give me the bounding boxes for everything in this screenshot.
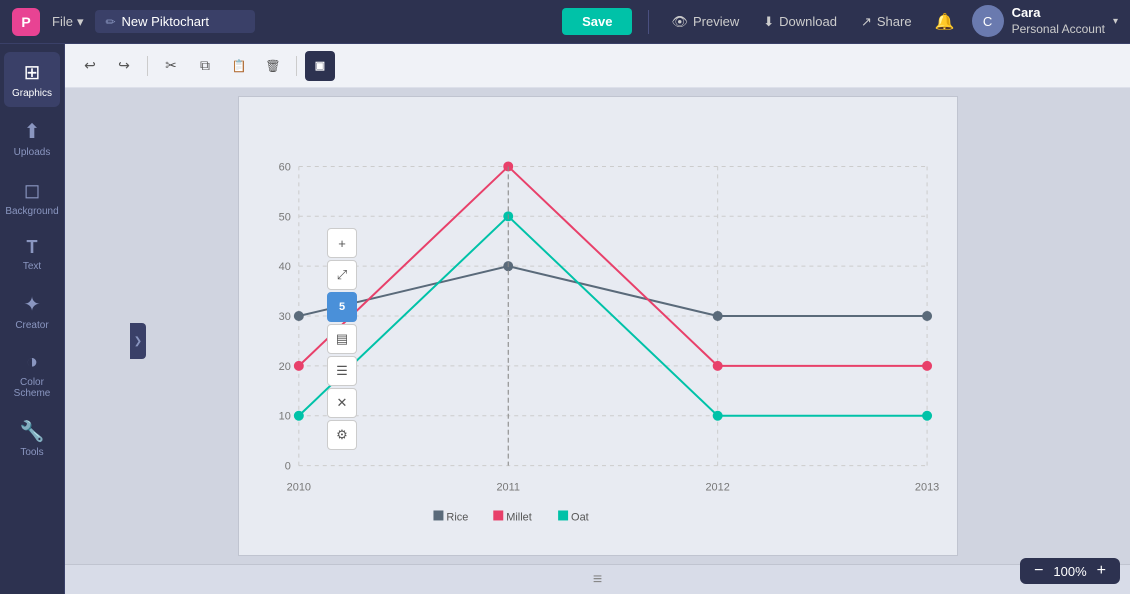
select-tool-button[interactable]: ▣ xyxy=(305,51,335,81)
resize-button[interactable]: ⤢ xyxy=(327,260,357,290)
sidebar-item-graphics[interactable]: ⊞ Graphics xyxy=(4,52,60,107)
sidebar-item-background[interactable]: ◻ Background xyxy=(4,170,60,225)
svg-text:Oat: Oat xyxy=(571,511,589,523)
copy-button[interactable]: ⧉ xyxy=(190,51,220,81)
undo-button[interactable]: ↩ xyxy=(75,51,105,81)
x-axis-labels: 2010 2011 2012 2013 xyxy=(286,482,939,494)
millet-point-3 xyxy=(922,361,932,371)
toolbar-separator xyxy=(147,56,148,76)
svg-text:Rice: Rice xyxy=(446,511,468,523)
share-button[interactable]: ↗ Share xyxy=(855,10,918,34)
color-scheme-icon: ◑ xyxy=(26,351,38,374)
rice-line xyxy=(298,266,926,316)
close-button[interactable]: ✕ xyxy=(327,388,357,418)
zoom-out-button[interactable]: − xyxy=(1030,562,1047,580)
chevron-right-icon: ❯ xyxy=(134,336,142,347)
app-logo[interactable]: P xyxy=(12,8,40,36)
paste-button[interactable]: 📋 xyxy=(224,51,254,81)
chart-title-input[interactable]: ✏ New Piktochart xyxy=(95,10,255,33)
cut-button[interactable]: ✂ xyxy=(156,51,186,81)
toolbar-separator-2 xyxy=(296,56,297,76)
toolbar: ↩ ↪ ✂ ⧉ 📋 🗑 ▣ xyxy=(65,44,1130,88)
file-menu[interactable]: File ▾ xyxy=(52,14,83,30)
canvas-bottom-bar: ≡ xyxy=(65,564,1130,594)
user-menu[interactable]: C Cara Personal Account ▾ xyxy=(972,5,1118,37)
settings-button[interactable]: ⚙ xyxy=(327,420,357,450)
millet-line xyxy=(298,166,926,365)
oat-point-0 xyxy=(293,411,303,421)
rice-point-0 xyxy=(293,311,303,321)
oat-point-2 xyxy=(712,411,722,421)
sidebar-item-color-scheme[interactable]: ◑ Color Scheme xyxy=(4,343,60,407)
svg-text:40: 40 xyxy=(278,261,290,273)
edit-icon: ✏ xyxy=(105,15,115,29)
y-axis-labels: 0 10 20 30 40 50 60 xyxy=(278,161,290,472)
canvas-wrapper: + ⤢ 5 ▤ ☰ ✕ ⚙ ❯ xyxy=(65,88,1130,594)
graphics-icon: ⊞ xyxy=(24,60,41,85)
svg-text:Millet: Millet xyxy=(506,511,532,523)
handle-icon: ≡ xyxy=(593,571,602,589)
notification-button[interactable]: 🔔 xyxy=(930,7,960,37)
sidebar-item-label: Graphics xyxy=(12,88,52,99)
table-button[interactable]: ▤ xyxy=(327,324,357,354)
preview-button[interactable]: 👁 Preview xyxy=(665,10,745,34)
rice-point-3 xyxy=(922,311,932,321)
share-icon: ↗ xyxy=(861,14,872,30)
save-button[interactable]: Save xyxy=(562,8,632,35)
svg-text:2013: 2013 xyxy=(914,482,938,494)
background-icon: ◻ xyxy=(24,178,41,203)
rice-point-2 xyxy=(712,311,722,321)
canvas-container[interactable]: 0 10 20 30 40 50 60 2010 2011 2012 xyxy=(65,88,1130,564)
svg-text:60: 60 xyxy=(278,161,290,173)
svg-text:30: 30 xyxy=(278,311,290,323)
text-icon: T xyxy=(27,237,38,258)
chart-legend: Rice Millet Oat xyxy=(433,510,588,523)
redo-button[interactable]: ↪ xyxy=(109,51,139,81)
zoom-controls: − 100% + xyxy=(1020,558,1120,584)
avatar: C xyxy=(972,5,1004,37)
delete-button[interactable]: 🗑 xyxy=(258,51,288,81)
svg-text:10: 10 xyxy=(278,411,290,423)
oat-point-3 xyxy=(922,411,932,421)
sidebar-collapse-button[interactable]: ❯ xyxy=(130,323,146,359)
user-account: Personal Account xyxy=(1012,22,1105,38)
svg-text:20: 20 xyxy=(278,361,290,373)
canvas-left-tools: + ⤢ 5 ▤ ☰ ✕ ⚙ xyxy=(327,228,357,450)
sidebar-item-label: Background xyxy=(5,206,58,217)
zoom-in-button[interactable]: + xyxy=(1093,562,1110,580)
sidebar-item-label: Text xyxy=(23,261,41,272)
millet-point-0 xyxy=(293,361,303,371)
content-area: ↩ ↪ ✂ ⧉ 📋 🗑 ▣ + ⤢ 5 ▤ ☰ ✕ ⚙ ❯ xyxy=(65,44,1130,594)
layer-number-button[interactable]: 5 xyxy=(327,292,357,322)
svg-text:50: 50 xyxy=(278,211,290,223)
creator-icon: ✦ xyxy=(24,292,41,317)
sidebar-item-label: Tools xyxy=(20,447,43,458)
topbar: P File ▾ ✏ New Piktochart Save 👁 Preview… xyxy=(0,0,1130,44)
svg-text:2011: 2011 xyxy=(496,482,520,494)
user-name: Cara xyxy=(1012,5,1105,22)
svg-text:2010: 2010 xyxy=(286,482,310,494)
sidebar-item-label: Color Scheme xyxy=(8,377,56,399)
sidebar-item-label: Uploads xyxy=(14,147,51,158)
download-icon: ⬇ xyxy=(763,14,774,30)
svg-text:0: 0 xyxy=(284,461,290,473)
uploads-icon: ⬆ xyxy=(24,119,41,144)
main-area: ⊞ Graphics ⬆ Uploads ◻ Background T Text… xyxy=(0,44,1130,594)
sidebar-item-text[interactable]: T Text xyxy=(4,229,60,280)
tools-icon: 🔧 xyxy=(20,419,45,444)
download-button[interactable]: ⬇ Download xyxy=(757,10,843,34)
sidebar-item-tools[interactable]: 🔧 Tools xyxy=(4,411,60,466)
svg-text:2012: 2012 xyxy=(705,482,729,494)
millet-point-2 xyxy=(712,361,722,371)
sidebar-item-uploads[interactable]: ⬆ Uploads xyxy=(4,111,60,166)
zoom-level: 100% xyxy=(1053,564,1086,579)
align-button[interactable]: ☰ xyxy=(327,356,357,386)
sidebar-item-creator[interactable]: ✦ Creator xyxy=(4,284,60,339)
sidebar: ⊞ Graphics ⬆ Uploads ◻ Background T Text… xyxy=(0,44,65,594)
add-element-button[interactable]: + xyxy=(327,228,357,258)
eye-icon: 👁 xyxy=(671,14,688,30)
chevron-down-icon: ▾ xyxy=(1113,16,1118,27)
sidebar-item-label: Creator xyxy=(15,320,48,331)
separator xyxy=(648,10,649,34)
